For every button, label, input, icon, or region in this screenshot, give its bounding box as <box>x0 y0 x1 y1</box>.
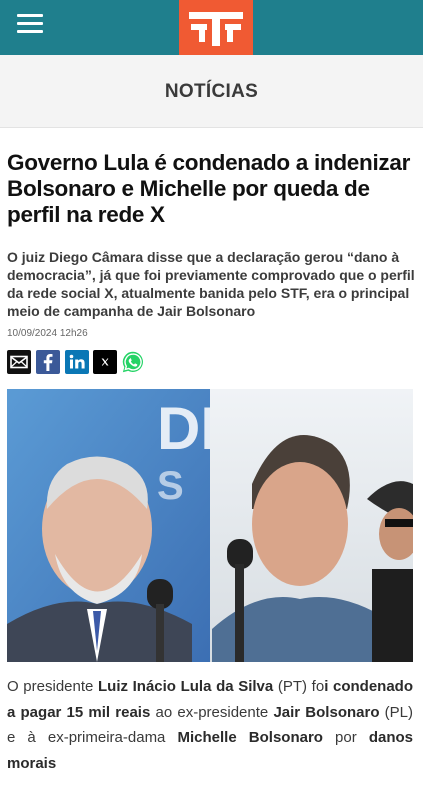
section-header: NOTÍCIAS <box>0 55 423 128</box>
body-text: ao ex-presidente <box>150 703 274 721</box>
body-bold-text: Michelle Bolsonaro <box>177 729 323 746</box>
whatsapp-icon[interactable] <box>121 350 145 374</box>
linkedin-icon[interactable] <box>65 350 89 374</box>
hamburger-line <box>17 22 43 25</box>
hamburger-line <box>17 14 43 17</box>
body-bold-text: Luiz Inácio Lula da Silva <box>98 678 274 695</box>
body-text: O presidente <box>7 678 98 695</box>
top-app-bar <box>0 0 423 55</box>
section-title: NOTÍCIAS <box>164 81 259 102</box>
body-text: por <box>322 729 369 746</box>
body-text: (PT) fo <box>273 678 325 695</box>
hamburger-line <box>17 30 43 33</box>
tvt-logo-icon[interactable] <box>179 0 253 55</box>
svg-text:S: S <box>157 464 184 508</box>
x-icon[interactable] <box>93 350 117 374</box>
article-body: O presidente Luiz Inácio Lula da Silva (… <box>7 674 413 776</box>
article-lead: O juiz Diego Câmara disse que a declaraç… <box>7 249 415 319</box>
body-bold-text: Jair Bolsonaro <box>273 703 380 721</box>
email-icon[interactable] <box>7 350 31 374</box>
article-headline: Governo Lula é condenado a indenizar Bol… <box>7 150 411 227</box>
hamburger-menu-icon[interactable] <box>17 13 43 35</box>
article-date: 10/09/2024 12h26 <box>7 328 88 339</box>
article-photo: DE S <box>7 389 413 662</box>
facebook-icon[interactable] <box>36 350 60 374</box>
